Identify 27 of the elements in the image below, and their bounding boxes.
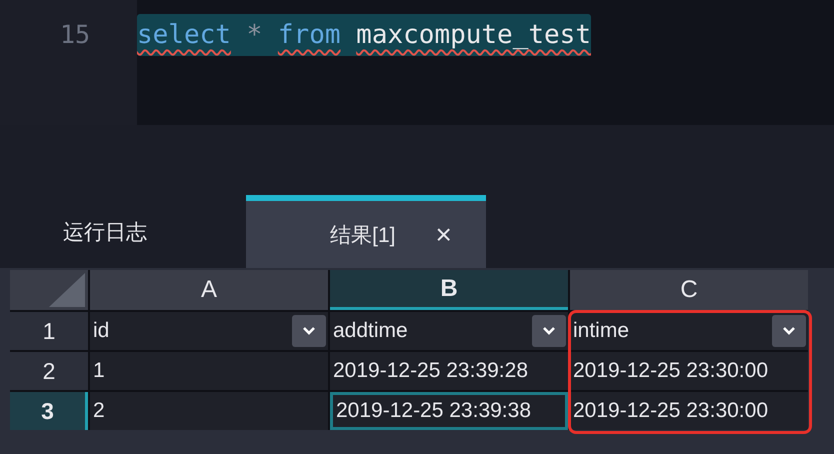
corner-triangle-icon [49, 273, 85, 307]
cell-text: 1 [93, 359, 105, 383]
cell-text: 2019-12-25 23:39:38 [336, 399, 531, 423]
cell-text: id [93, 319, 110, 343]
cell-text: addtime [333, 319, 408, 343]
line-number: 15 [59, 19, 92, 51]
cell-text: 2 [93, 399, 105, 423]
result-tab[interactable]: 运行日志 [30, 195, 246, 268]
chevron-down-icon [542, 326, 556, 336]
tab-label[interactable]: 结果[1] [330, 220, 396, 248]
row-header[interactable]: 1 [10, 312, 88, 350]
dropdown-button[interactable] [532, 315, 566, 347]
result-tab[interactable]: 结果[1] × [246, 195, 486, 268]
cell-text: 2019-12-25 23:30:00 [573, 359, 768, 383]
cell-text: 2019-12-25 23:39:28 [333, 359, 528, 383]
column-header[interactable]: B [330, 270, 568, 310]
chevron-down-icon [782, 326, 796, 336]
cell-text: 2019-12-25 23:30:00 [573, 399, 768, 423]
cell-text: intime [573, 319, 630, 343]
column-header[interactable]: C [570, 270, 808, 310]
tab-label[interactable]: 运行日志 [63, 218, 147, 246]
chevron-down-icon [302, 326, 316, 336]
row-header[interactable]: 3 [10, 392, 88, 430]
column-header[interactable]: A [90, 270, 328, 310]
row-header[interactable]: 2 [10, 352, 88, 390]
dropdown-button[interactable] [292, 315, 326, 347]
dropdown-button[interactable] [772, 315, 806, 347]
